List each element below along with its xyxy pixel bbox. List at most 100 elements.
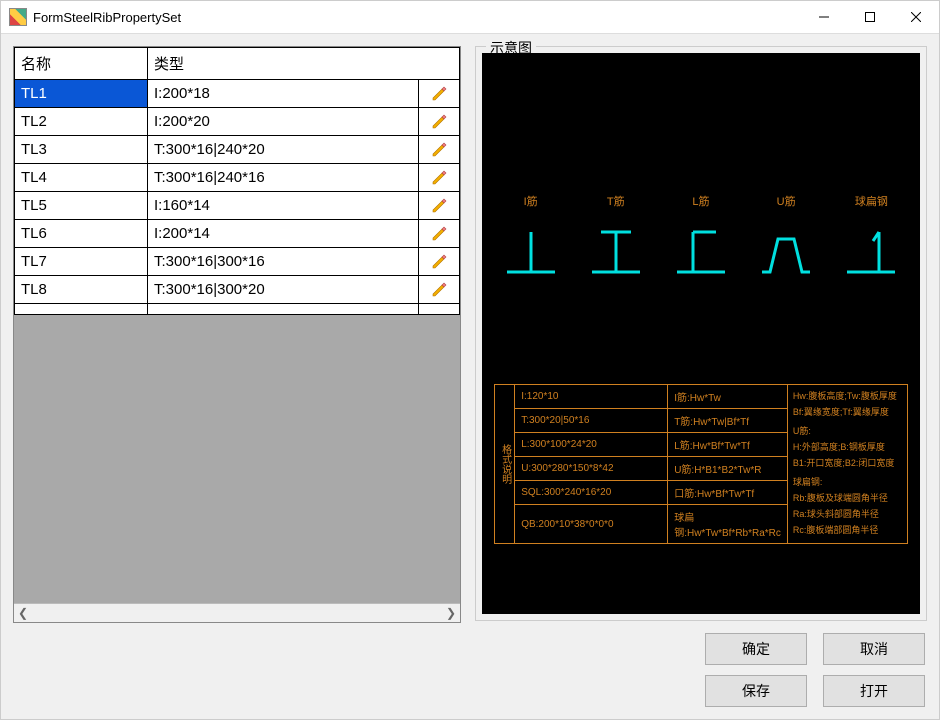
cancel-button[interactable]: 取消	[823, 633, 925, 665]
format-note: Rc:腹板端部圆角半径	[793, 524, 902, 538]
format-row: T:300*20|50*16T筋:Hw*Tw|Bf*Tf	[515, 409, 787, 433]
table-row[interactable]: TL2I:200*20	[14, 108, 460, 136]
cell-name[interactable]: TL3	[14, 136, 148, 164]
minimize-icon	[819, 12, 829, 22]
table-row[interactable]: TL4T:300*16|240*16	[14, 164, 460, 192]
table-row[interactable]: TL7T:300*16|300*16	[14, 248, 460, 276]
cell-type[interactable]: T:300*16|240*16	[148, 164, 419, 192]
shape-u-icon	[756, 227, 816, 277]
maximize-button[interactable]	[847, 1, 893, 33]
format-cell-b: U筋:H*B1*B2*Tw*R	[668, 457, 787, 480]
format-row: QB:200*10*38*0*0*0球扁钢:Hw*Tw*Bf*Rb*Ra*Rc	[515, 505, 787, 543]
diagram-fieldset: 示意图 I筋 T筋 L筋	[475, 46, 927, 621]
close-icon	[911, 12, 921, 22]
diagram-canvas: I筋 T筋 L筋 U筋	[482, 53, 920, 614]
diagram-panel: 示意图 I筋 T筋 L筋	[475, 46, 927, 623]
table-row[interactable]: TL8T:300*16|300*20	[14, 276, 460, 304]
cell-name[interactable]: TL2	[14, 108, 148, 136]
cell-name[interactable]	[14, 304, 148, 315]
cell-name[interactable]: TL7	[14, 248, 148, 276]
format-cell-b: 口筋:Hw*Bf*Tw*Tf	[668, 481, 787, 504]
scroll-left-arrow[interactable]: ❮	[14, 604, 32, 622]
cell-edit[interactable]	[419, 192, 460, 220]
cell-type[interactable]: T:300*16|240*20	[148, 136, 419, 164]
header-type[interactable]: 类型	[148, 47, 460, 80]
cell-edit[interactable]	[419, 108, 460, 136]
shape-t: T筋	[586, 193, 646, 277]
cell-type[interactable]: I:200*14	[148, 220, 419, 248]
property-grid: 名称 类型 TL1I:200*18TL2I:200*20TL3T:300*16|…	[13, 46, 461, 623]
cell-edit[interactable]	[419, 80, 460, 108]
cell-edit[interactable]	[419, 164, 460, 192]
format-cell-a: L:300*100*24*20	[515, 433, 668, 456]
grid-header-row: 名称 类型	[14, 47, 460, 80]
pencil-icon	[431, 142, 447, 158]
shape-bulb-icon	[841, 227, 901, 277]
horizontal-scrollbar[interactable]: ❮ ❯	[14, 603, 460, 622]
cell-type[interactable]: I:200*18	[148, 80, 419, 108]
minimize-button[interactable]	[801, 1, 847, 33]
table-row[interactable]: TL6I:200*14	[14, 220, 460, 248]
format-cell-b: I筋:Hw*Tw	[668, 385, 787, 408]
table-row[interactable]: TL3T:300*16|240*20	[14, 136, 460, 164]
format-table: 格式说明 I:120*10I筋:Hw*TwT:300*20|50*16T筋:Hw…	[494, 384, 908, 544]
shape-u: U筋	[756, 193, 816, 277]
open-button[interactable]: 打开	[823, 675, 925, 707]
cell-name[interactable]: TL5	[14, 192, 148, 220]
cell-type[interactable]: T:300*16|300*20	[148, 276, 419, 304]
format-cell-a: U:300*280*150*8*42	[515, 457, 668, 480]
format-row: SQL:300*240*16*20口筋:Hw*Bf*Tw*Tf	[515, 481, 787, 505]
ok-button[interactable]: 确定	[705, 633, 807, 665]
cell-name[interactable]: TL1	[14, 80, 148, 108]
pencil-icon	[431, 114, 447, 130]
format-note: Bf:翼缘宽度;Tf:翼缘厚度	[793, 406, 902, 420]
cell-type[interactable]: T:300*16|300*16	[148, 248, 419, 276]
format-row: L:300*100*24*20L筋:Hw*Bf*Tw*Tf	[515, 433, 787, 457]
table-row[interactable]	[14, 304, 460, 315]
shape-u-label: U筋	[777, 193, 796, 209]
cell-edit[interactable]	[419, 248, 460, 276]
cell-type[interactable]: I:200*20	[148, 108, 419, 136]
pencil-icon	[431, 226, 447, 242]
cell-edit[interactable]	[419, 220, 460, 248]
shape-i: I筋	[501, 193, 561, 277]
shape-bulb: 球扁钢	[841, 193, 901, 277]
app-icon	[9, 8, 27, 26]
save-button[interactable]: 保存	[705, 675, 807, 707]
cell-name[interactable]: TL6	[14, 220, 148, 248]
shape-i-icon	[501, 227, 561, 277]
pencil-icon	[431, 170, 447, 186]
cell-edit[interactable]	[419, 136, 460, 164]
table-row[interactable]: TL5I:160*14	[14, 192, 460, 220]
cell-edit[interactable]	[419, 276, 460, 304]
format-row: U:300*280*150*8*42U筋:H*B1*B2*Tw*R	[515, 457, 787, 481]
table-row[interactable]: TL1I:200*18	[14, 80, 460, 108]
scroll-track[interactable]	[32, 604, 442, 622]
format-cell-a: T:300*20|50*16	[515, 409, 668, 432]
close-button[interactable]	[893, 1, 939, 33]
button-row-1: 确定 取消	[1, 623, 939, 675]
shape-bulb-label: 球扁钢	[855, 193, 888, 209]
grid-table: 名称 类型 TL1I:200*18TL2I:200*20TL3T:300*16|…	[14, 47, 460, 315]
pencil-icon	[431, 198, 447, 214]
grid-empty-area	[14, 315, 460, 603]
cell-name[interactable]: TL4	[14, 164, 148, 192]
format-cell-b: L筋:Hw*Bf*Tw*Tf	[668, 433, 787, 456]
pencil-icon	[431, 254, 447, 270]
maximize-icon	[865, 12, 875, 22]
format-note: B1:开口宽度;B2:闭口宽度	[793, 457, 902, 471]
format-note: Ra:球头斜部圆角半径	[793, 508, 902, 522]
cell-name[interactable]: TL8	[14, 276, 148, 304]
cell-type[interactable]: I:160*14	[148, 192, 419, 220]
cell-edit[interactable]	[419, 304, 460, 315]
window-title: FormSteelRibPropertySet	[33, 10, 801, 25]
window: FormSteelRibPropertySet 名称 类型 TL1I:200*1…	[0, 0, 940, 720]
scroll-right-arrow[interactable]: ❯	[442, 604, 460, 622]
cell-type[interactable]	[148, 304, 419, 315]
shape-l-label: L筋	[692, 193, 709, 209]
shape-l: L筋	[671, 193, 731, 277]
pencil-icon	[431, 86, 447, 102]
header-name[interactable]: 名称	[14, 47, 148, 80]
format-note: Rb:腹板及球端圆角半径	[793, 492, 902, 506]
format-cell-a: SQL:300*240*16*20	[515, 481, 668, 504]
